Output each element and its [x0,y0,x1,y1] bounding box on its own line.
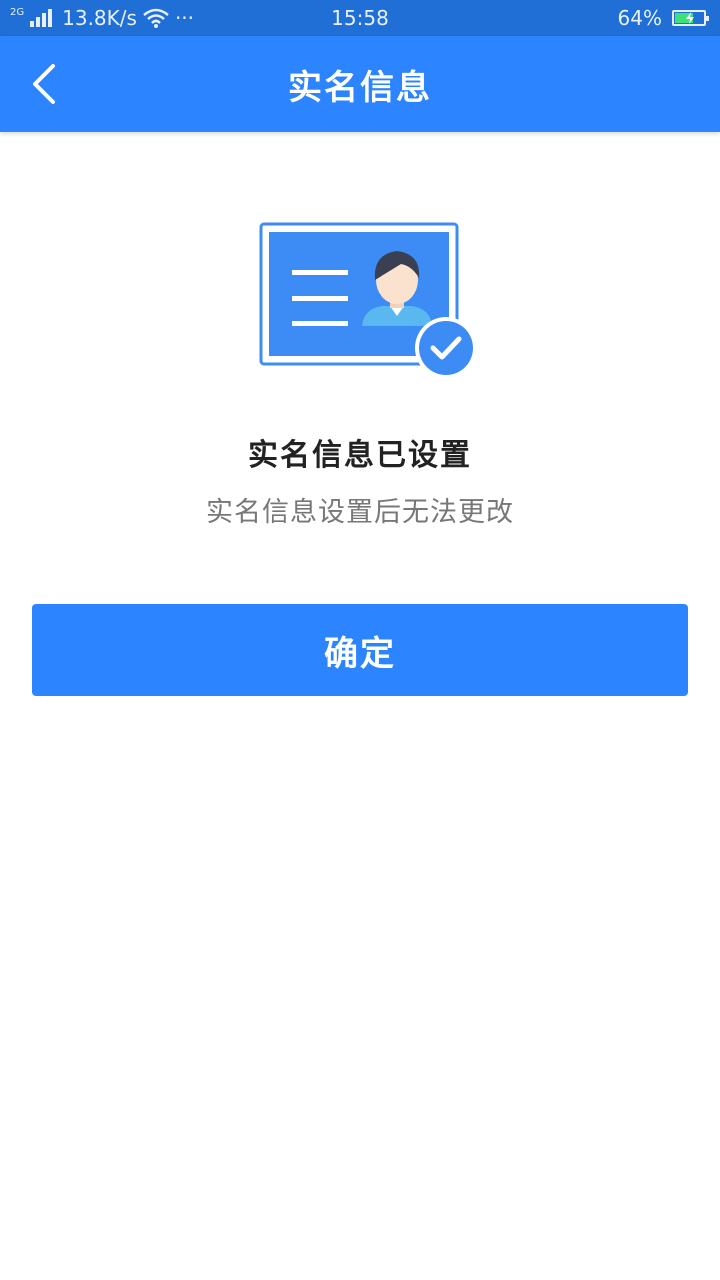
status-title: 实名信息已设置 [248,438,472,473]
app-bar: 实名信息 [0,36,720,132]
status-right: 64% [617,0,709,36]
status-subtitle: 实名信息设置后无法更改 [206,497,514,528]
charging-bolt-icon [686,12,694,24]
status-center: 15:58 [0,0,720,36]
id-card-verified-icon [259,222,477,379]
battery-charging-icon [672,10,709,26]
battery-percent: 64% [617,6,662,30]
page-title: 实名信息 [288,67,432,108]
confirm-button[interactable]: 确定 [32,604,688,696]
status-bar: 2G 13.8K/s ··· 15:58 64% [0,0,720,36]
status-time: 15:58 [331,6,389,30]
